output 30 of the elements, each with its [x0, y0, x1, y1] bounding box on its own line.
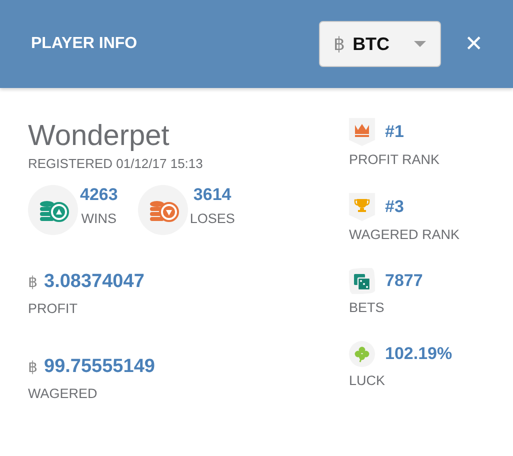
currency-dropdown[interactable]: ฿ BTC	[318, 21, 441, 67]
record-count: 3614	[193, 185, 232, 205]
player-name: Wonderpet	[28, 119, 170, 154]
stat-label: BETS	[349, 300, 386, 315]
registered-date: REGISTERED 01/12/17 15:13	[28, 156, 204, 171]
dice-icon	[349, 268, 375, 294]
amount-value: 3.08374047	[44, 271, 144, 293]
trophy-icon	[349, 193, 375, 221]
record-count: 4263	[80, 185, 118, 205]
record-label: WINS	[81, 211, 117, 226]
amount-label: WAGERED	[28, 386, 98, 401]
clover-icon	[349, 341, 375, 367]
coins-down-icon	[138, 185, 188, 235]
stat-value: #3	[385, 197, 404, 217]
crown-icon	[349, 118, 375, 146]
caret-icon	[414, 41, 426, 47]
stat-label: LUCK	[349, 373, 386, 388]
dialog-title: PLAYER INFO	[31, 35, 138, 53]
stat-value: 7877	[385, 271, 423, 291]
stat-label: WAGERED RANK	[349, 227, 460, 242]
stat-value: 102.19%	[385, 344, 452, 364]
coins-up-icon	[28, 185, 78, 235]
currency-symbol: ฿	[28, 358, 38, 376]
record-label: LOSES	[190, 211, 235, 226]
amount-label: PROFIT	[28, 301, 78, 316]
stat-label: PROFIT RANK	[349, 152, 441, 167]
stat-value: #1	[385, 122, 404, 142]
currency-symbol: ฿	[28, 273, 38, 291]
close-button[interactable]: ✕	[464, 32, 483, 56]
amount-value: 99.75555149	[44, 356, 155, 378]
